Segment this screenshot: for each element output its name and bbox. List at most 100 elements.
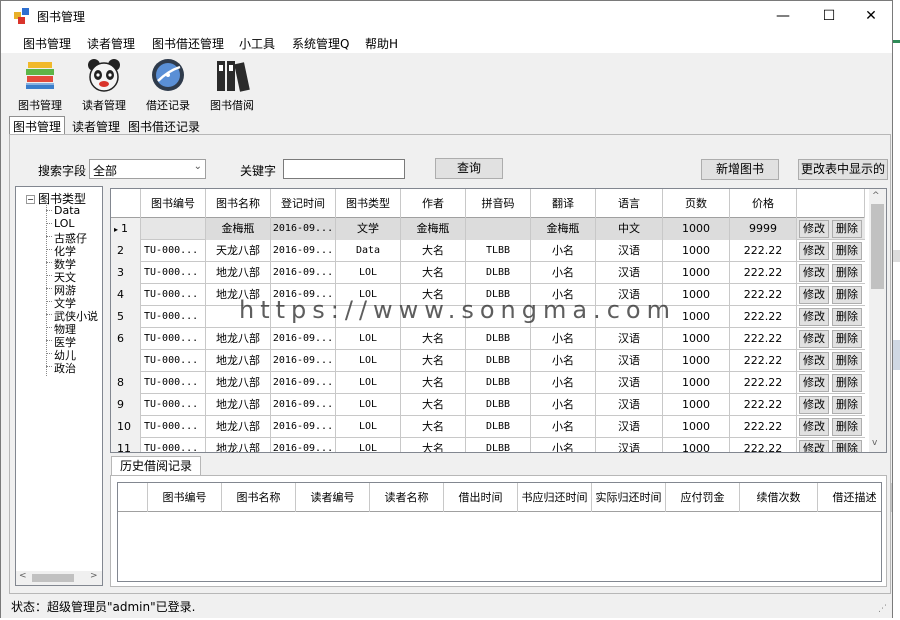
- delete-row-button[interactable]: 删除: [832, 308, 862, 326]
- table-cell[interactable]: 大名: [401, 240, 466, 262]
- row-header[interactable]: 6: [111, 328, 141, 350]
- edit-row-button[interactable]: 修改: [799, 264, 829, 282]
- scroll-down-icon[interactable]: v: [872, 438, 877, 448]
- scroll-thumb[interactable]: [871, 204, 884, 289]
- table-cell[interactable]: [141, 218, 206, 240]
- toolbar-book-management[interactable]: 图书管理: [10, 57, 70, 113]
- scroll-thumb[interactable]: [32, 574, 74, 582]
- delete-row-button[interactable]: 删除: [832, 264, 862, 282]
- table-cell[interactable]: 2016-09...: [271, 328, 336, 350]
- toolbar-reader-management[interactable]: 读者管理: [74, 57, 134, 113]
- table-row[interactable]: 11 TU-000... 地龙八部 2016-09... LOL 大名 DLBB 小名 汉语 10…: [111, 438, 865, 452]
- table-cell[interactable]: 汉语: [596, 416, 663, 438]
- scroll-left-icon[interactable]: <: [19, 571, 27, 581]
- table-row[interactable]: 8 TU-000... 地龙八部 2016-09... LOL 大名 DLBB 小名 汉语 100…: [111, 372, 865, 394]
- grid-vertical-scrollbar[interactable]: ^ v: [869, 189, 886, 452]
- table-cell[interactable]: 1000: [663, 218, 730, 240]
- table-cell[interactable]: 2016-09...: [271, 416, 336, 438]
- table-cell[interactable]: 地龙八部: [206, 438, 271, 452]
- table-cell[interactable]: 汉语: [596, 438, 663, 452]
- table-cell[interactable]: 小名: [531, 372, 596, 394]
- table-cell[interactable]: 2016-09...: [271, 438, 336, 452]
- edit-row-button[interactable]: 修改: [799, 242, 829, 260]
- table-row[interactable]: 9 TU-000... 地龙八部 2016-09... LOL 大名 DLBB 小名 汉语 100…: [111, 394, 865, 416]
- history-column-header[interactable]: 书应归还时间: [518, 483, 592, 512]
- history-column-header[interactable]: 续借次数: [740, 483, 818, 512]
- keyword-input[interactable]: [283, 159, 405, 179]
- table-cell[interactable]: 金梅瓶: [401, 218, 466, 240]
- table-row[interactable]: ▸ 1 金梅瓶 2016-09... 文学 金梅瓶 金梅瓶 中文 1000 9999 修改 删除: [111, 218, 865, 240]
- column-header[interactable]: 拼音码: [466, 189, 531, 218]
- table-cell[interactable]: 1000: [663, 372, 730, 394]
- table-cell[interactable]: TU-000...: [141, 240, 206, 262]
- table-cell[interactable]: DLBB: [466, 262, 531, 284]
- column-header[interactable]: 翻译: [531, 189, 596, 218]
- menu-book-management[interactable]: 图书管理: [23, 35, 71, 52]
- table-cell[interactable]: 2016-09...: [271, 350, 336, 372]
- table-cell[interactable]: LOL: [336, 262, 401, 284]
- table-cell[interactable]: 2016-09...: [271, 218, 336, 240]
- table-cell[interactable]: 222.22: [730, 328, 797, 350]
- menu-system[interactable]: 系统管理Q: [292, 35, 349, 52]
- table-cell[interactable]: 大名: [401, 262, 466, 284]
- table-cell[interactable]: 1000: [663, 328, 730, 350]
- table-cell[interactable]: 1000: [663, 240, 730, 262]
- table-cell[interactable]: LOL: [336, 328, 401, 350]
- table-cell[interactable]: DLBB: [466, 416, 531, 438]
- history-column-header[interactable]: 实际归还时间: [592, 483, 666, 512]
- table-cell[interactable]: TU-000...: [141, 306, 206, 328]
- tree-node[interactable]: 政治: [46, 360, 76, 376]
- history-column-header[interactable]: 读者名称: [370, 483, 444, 512]
- tab-book-management[interactable]: 图书管理: [9, 116, 66, 135]
- history-column-header[interactable]: 图书编号: [148, 483, 222, 512]
- column-header[interactable]: 语言: [596, 189, 663, 218]
- table-cell[interactable]: 1000: [663, 394, 730, 416]
- row-header[interactable]: 3: [111, 262, 141, 284]
- history-column-header[interactable]: 借还描述: [818, 483, 892, 512]
- menu-reader-management[interactable]: 读者管理: [87, 35, 135, 52]
- search-button[interactable]: 查询: [435, 158, 503, 179]
- table-cell[interactable]: 小名: [531, 240, 596, 262]
- tree-node[interactable]: LOL: [46, 217, 75, 230]
- table-row[interactable]: 6 TU-000... 地龙八部 2016-09... LOL 大名 DLBB 小名 汉语 100…: [111, 328, 865, 350]
- table-row[interactable]: 3 TU-000... 地龙八部 2016-09... LOL 大名 DLBB 小名 汉语 100…: [111, 262, 865, 284]
- table-cell[interactable]: 小名: [531, 262, 596, 284]
- history-column-header[interactable]: 应付罚金: [666, 483, 740, 512]
- close-button[interactable]: ✕: [848, 1, 894, 31]
- table-cell[interactable]: TLBB: [466, 240, 531, 262]
- history-column-header[interactable]: 图书名称: [222, 483, 296, 512]
- table-row[interactable]: 10 TU-000... 地龙八部 2016-09... LOL 大名 DLBB 小名 汉语 10…: [111, 416, 865, 438]
- tab-history[interactable]: 历史借阅记录: [111, 456, 201, 476]
- table-cell[interactable]: 汉语: [596, 372, 663, 394]
- table-cell[interactable]: 2016-09...: [271, 240, 336, 262]
- table-cell[interactable]: TU-000...: [141, 372, 206, 394]
- column-header[interactable]: 价格: [730, 189, 797, 218]
- delete-row-button[interactable]: 删除: [832, 330, 862, 348]
- table-cell[interactable]: LOL: [336, 438, 401, 452]
- table-cell[interactable]: 地龙八部: [206, 372, 271, 394]
- table-cell[interactable]: 1000: [663, 350, 730, 372]
- tab-reader-management[interactable]: 读者管理: [69, 117, 123, 135]
- column-header[interactable]: 登记时间: [271, 189, 336, 218]
- table-cell[interactable]: 1000: [663, 438, 730, 452]
- table-cell[interactable]: 222.22: [730, 394, 797, 416]
- table-cell[interactable]: 1000: [663, 416, 730, 438]
- table-cell[interactable]: 222.22: [730, 240, 797, 262]
- table-cell[interactable]: 中文: [596, 218, 663, 240]
- column-header[interactable]: 作者: [401, 189, 466, 218]
- table-cell[interactable]: 大名: [401, 438, 466, 452]
- table-cell[interactable]: TU-000...: [141, 350, 206, 372]
- table-cell[interactable]: 大名: [401, 416, 466, 438]
- table-cell[interactable]: 金梅瓶: [531, 218, 596, 240]
- search-field-select[interactable]: 全部 ⌄: [89, 159, 206, 179]
- table-cell[interactable]: 2016-09...: [271, 394, 336, 416]
- minimize-button[interactable]: —: [760, 1, 806, 31]
- edit-row-button[interactable]: 修改: [799, 352, 829, 370]
- edit-row-button[interactable]: 修改: [799, 418, 829, 436]
- table-cell[interactable]: 222.22: [730, 306, 797, 328]
- tree-horizontal-scrollbar[interactable]: < >: [16, 571, 102, 585]
- column-header[interactable]: 图书编号: [141, 189, 206, 218]
- edit-row-button[interactable]: 修改: [799, 286, 829, 304]
- table-cell[interactable]: 金梅瓶: [206, 218, 271, 240]
- delete-row-button[interactable]: 删除: [832, 396, 862, 414]
